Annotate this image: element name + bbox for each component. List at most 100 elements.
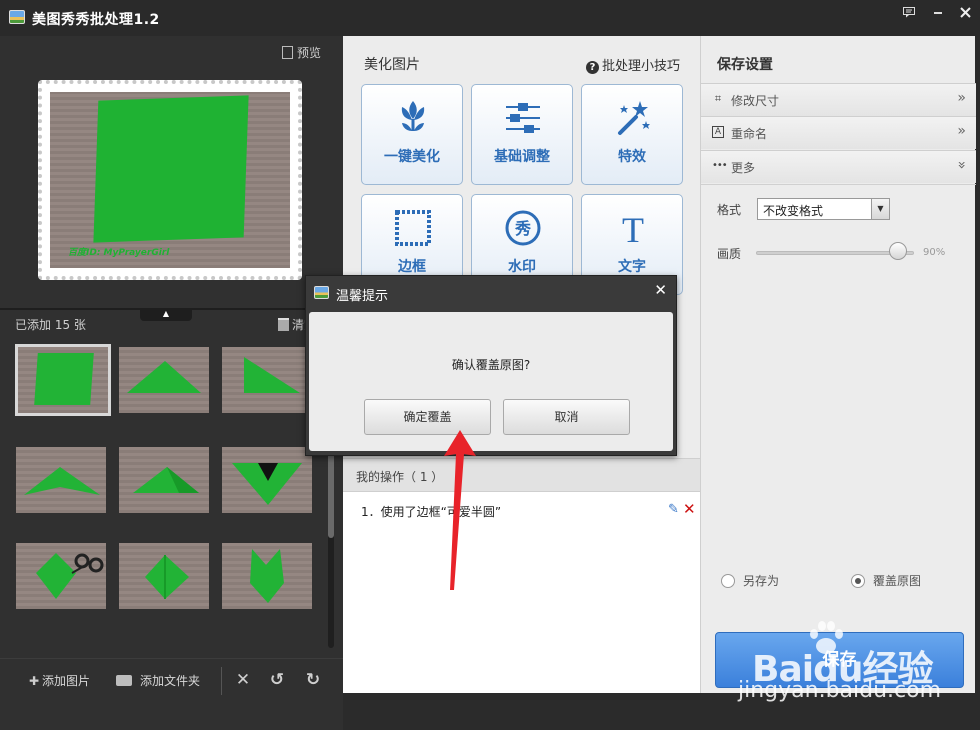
operations-list: 1．使用了边框“可爱半圆” ✎ ✕	[343, 492, 700, 693]
confirm-dialog: 温馨提示 ✕ 确认覆盖原图? 确定覆盖 取消	[305, 275, 677, 456]
operations-title: 我的操作（ 1 ）	[356, 470, 444, 484]
format-label: 格式	[717, 203, 742, 217]
add-image-label: 添加图片	[42, 674, 91, 688]
double-chevron-right-icon: »	[957, 90, 966, 106]
delete-icon[interactable]: ✕	[232, 669, 254, 691]
preview-button[interactable]: 预览	[282, 44, 321, 61]
tulip-icon	[394, 99, 432, 137]
green-paper	[93, 95, 249, 243]
resize-label: 修改尺寸	[731, 94, 780, 108]
left-panel: 预览 百度ID: MyPrayerGirl ▲ 已添加 15 张 清空 ✚ 添加…	[0, 36, 343, 730]
tool-label: 特效	[618, 149, 646, 165]
operation-item: 1．使用了边框“可爱半圆”	[361, 505, 502, 519]
watermark-url: jingyan.baidu.com	[738, 678, 942, 703]
preview-watermark: 百度ID: MyPrayerGirl	[68, 248, 170, 258]
format-select[interactable]: 不改变格式 ▼	[757, 198, 890, 220]
pencil-icon[interactable]: ✎	[668, 502, 679, 517]
tool-effects[interactable]: 特效	[581, 84, 683, 185]
quality-slider-handle[interactable]	[889, 242, 908, 260]
help-icon: ?	[586, 61, 599, 74]
folder-icon	[116, 675, 132, 686]
cancel-button[interactable]: 取消	[503, 399, 630, 435]
thumbnail-5[interactable]	[119, 447, 209, 513]
radio-button[interactable]	[721, 574, 735, 588]
collapse-toggle[interactable]: ▲	[140, 308, 192, 321]
watermark-icon: 秀	[504, 209, 542, 247]
preview-label: 预览	[297, 46, 322, 60]
thumbnail-2[interactable]	[119, 347, 209, 413]
tool-basic-adjust[interactable]: 基础调整	[471, 84, 573, 185]
more-row[interactable]: ••• 更多 »	[701, 150, 976, 183]
thumbnail-1[interactable]	[15, 344, 111, 416]
tips-link[interactable]: ? 批处理小技巧	[586, 55, 680, 74]
svg-text:秀: 秀	[514, 219, 531, 238]
format-value: 不改变格式	[763, 204, 824, 218]
double-chevron-right-icon: »	[957, 123, 966, 139]
preview-frame: 百度ID: MyPrayerGirl	[38, 80, 302, 280]
text-icon: T	[614, 209, 652, 250]
dialog-close-icon[interactable]: ✕	[654, 281, 667, 299]
rename-label: 重命名	[731, 127, 768, 141]
rename-row[interactable]: A 重命名 »	[701, 116, 976, 149]
add-folder-label: 添加文件夹	[140, 674, 201, 688]
add-folder-button[interactable]: 添加文件夹	[116, 672, 200, 689]
thumbnail-3[interactable]	[222, 347, 312, 413]
save-settings-title: 保存设置	[717, 57, 773, 73]
tool-label: 一键美化	[384, 149, 440, 165]
minimize-icon[interactable]	[925, 4, 951, 24]
annotation-arrow	[444, 430, 476, 590]
thumbnail-7[interactable]	[16, 543, 106, 609]
dropdown-arrow-icon: ▼	[871, 199, 889, 219]
crop-icon: ⌗	[714, 92, 722, 105]
left-toolbar: ✚ 添加图片 添加文件夹 ✕ ↺ ↻	[0, 658, 343, 704]
app-icon	[9, 10, 25, 24]
quality-label: 画质	[717, 247, 742, 261]
dialog-title: 温馨提示	[336, 289, 389, 304]
app-title: 美图秀秀批处理1.2	[32, 12, 160, 28]
thumbnail-8[interactable]	[119, 543, 209, 609]
save-settings-panel: 保存设置 ⌗ 修改尺寸 » A 重命名 » ••• 更多 » 格式 不改变格式 …	[700, 36, 976, 693]
preview-icon	[282, 46, 293, 59]
dialog-body: 确认覆盖原图? 确定覆盖 取消	[309, 312, 673, 451]
magic-wand-icon	[614, 99, 652, 137]
radio-button[interactable]	[851, 574, 865, 588]
trash-icon	[278, 318, 289, 331]
tool-label: 边框	[398, 259, 426, 275]
rename-icon: A	[712, 126, 724, 138]
beautify-title: 美化图片	[364, 57, 420, 73]
radio-overwrite[interactable]: 覆盖原图	[851, 572, 921, 589]
more-divider	[701, 184, 976, 185]
tool-one-click-beautify[interactable]: 一键美化	[361, 84, 463, 185]
baidu-watermark: Baidu经验 jingyan.baidu.com	[738, 618, 978, 728]
plus-icon: ✚	[28, 674, 40, 688]
dialog-app-icon	[314, 286, 329, 299]
rotate-right-icon[interactable]: ↻	[302, 669, 324, 691]
sliders-icon	[504, 99, 542, 137]
radio-save-as[interactable]: 另存为	[721, 572, 779, 589]
delete-operation-icon[interactable]: ✕	[683, 500, 696, 518]
operations-header: 我的操作（ 1 ）	[343, 458, 700, 492]
resize-row[interactable]: ⌗ 修改尺寸 »	[701, 83, 976, 116]
thumbnail-grid	[15, 344, 320, 648]
feedback-icon[interactable]	[896, 4, 922, 24]
thumbnail-4[interactable]	[16, 447, 106, 513]
quality-value: 90%	[923, 247, 946, 258]
title-bar: 美图秀秀批处理1.2	[0, 0, 980, 36]
thumbnail-6[interactable]	[222, 447, 312, 513]
toolbar-separator	[221, 667, 222, 695]
tool-label: 基础调整	[494, 149, 550, 165]
preview-image: 百度ID: MyPrayerGirl	[50, 92, 290, 268]
tool-label: 水印	[508, 259, 536, 275]
thumbnail-9[interactable]	[222, 543, 312, 609]
add-image-button[interactable]: ✚ 添加图片	[28, 672, 90, 689]
dialog-message: 确认覆盖原图?	[451, 358, 531, 372]
radio-save-as-label: 另存为	[743, 574, 780, 588]
more-label: 更多	[731, 161, 756, 175]
tips-label: 批处理小技巧	[602, 59, 681, 74]
close-icon[interactable]	[952, 4, 978, 24]
more-icon: •••	[712, 160, 728, 171]
tool-label: 文字	[618, 259, 646, 275]
rotate-left-icon[interactable]: ↺	[266, 669, 288, 691]
double-chevron-down-icon: »	[953, 160, 970, 170]
svg-text:T: T	[622, 210, 644, 247]
